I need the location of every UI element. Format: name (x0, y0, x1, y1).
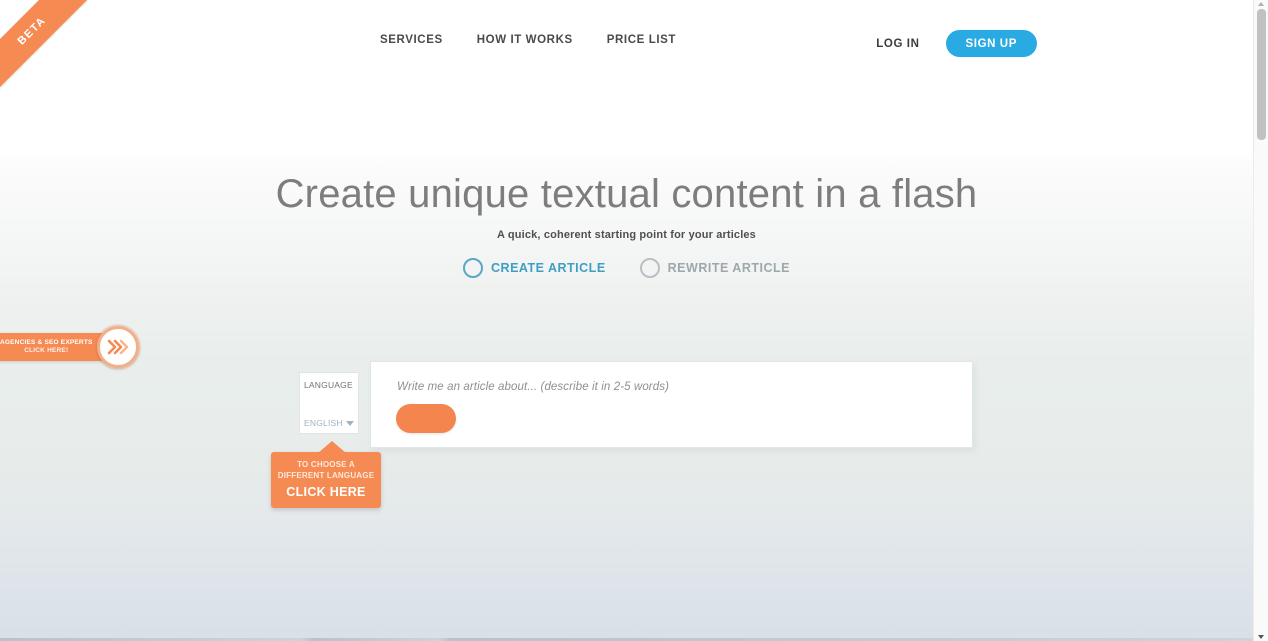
agencies-promo-line2: CLICK HERE! (24, 347, 69, 354)
nav-item-how-it-works[interactable]: HOW IT WORKS (477, 34, 573, 46)
scrollbar-thumb[interactable] (1257, 9, 1266, 140)
nav-item-services[interactable]: SERVICES (380, 34, 443, 46)
double-chevron-right-icon[interactable] (96, 326, 139, 368)
mode-label-rewrite-article: REWRITE ARTICLE (667, 261, 790, 275)
page-title: Create unique textual content in a flash (275, 172, 978, 216)
article-composer-panel: Write me an article about... (describe i… (370, 361, 973, 448)
mode-option-rewrite-article[interactable]: REWRITE ARTICLE (639, 258, 790, 278)
agencies-promo-tab[interactable]: AGENCIES & SEO EXPERTS CLICK HERE! (0, 326, 139, 368)
generate-article-button[interactable] (396, 404, 456, 433)
page-subtitle: A quick, coherent starting point for you… (497, 229, 756, 241)
radio-create-article-icon[interactable] (463, 258, 484, 278)
scroll-up-arrow-icon[interactable] (1258, 2, 1264, 6)
header-actions: LOG IN SIGN UP (876, 30, 1037, 57)
main-navigation: SERVICES HOW IT WORKS PRICE LIST (380, 34, 676, 46)
article-topic-input[interactable] (385, 370, 959, 404)
language-label: LANGUAGE (304, 380, 353, 390)
language-callout-tooltip[interactable]: TO CHOOSE A DIFFERENT LANGUAGE CLICK HER… (271, 441, 381, 508)
scroll-down-arrow-icon[interactable] (1258, 635, 1264, 639)
agencies-promo-bar[interactable]: AGENCIES & SEO EXPERTS CLICK HERE! (0, 333, 105, 361)
nav-item-price-list[interactable]: PRICE LIST (607, 34, 676, 46)
mode-label-create-article: CREATE ARTICLE (491, 261, 606, 275)
site-header: SERVICES HOW IT WORKS PRICE LIST LOG IN … (0, 0, 1253, 87)
callout-line1: TO CHOOSE A (297, 460, 355, 469)
vertical-scrollbar[interactable] (1253, 0, 1268, 641)
log-in-link[interactable]: LOG IN (876, 38, 919, 50)
language-value-row[interactable]: ENGLISH (304, 418, 354, 428)
mode-option-create-article[interactable]: CREATE ARTICLE (463, 258, 606, 278)
language-selector[interactable]: LANGUAGE ENGLISH (299, 372, 359, 434)
chevron-down-icon[interactable] (346, 420, 354, 426)
callout-line3: CLICK HERE (286, 484, 366, 499)
hero-section: Create unique textual content in a flash… (0, 170, 1253, 241)
language-value: ENGLISH (304, 418, 343, 428)
sign-up-button[interactable]: SIGN UP (945, 30, 1037, 57)
callout-line2: DIFFERENT LANGUAGE (277, 470, 375, 480)
agencies-promo-line1: AGENCIES & SEO EXPERTS (0, 338, 93, 346)
radio-rewrite-article-icon[interactable] (639, 258, 660, 278)
mode-selector: CREATE ARTICLE REWRITE ARTICLE (0, 258, 1253, 278)
page-viewport: SERVICES HOW IT WORKS PRICE LIST LOG IN … (0, 0, 1253, 641)
